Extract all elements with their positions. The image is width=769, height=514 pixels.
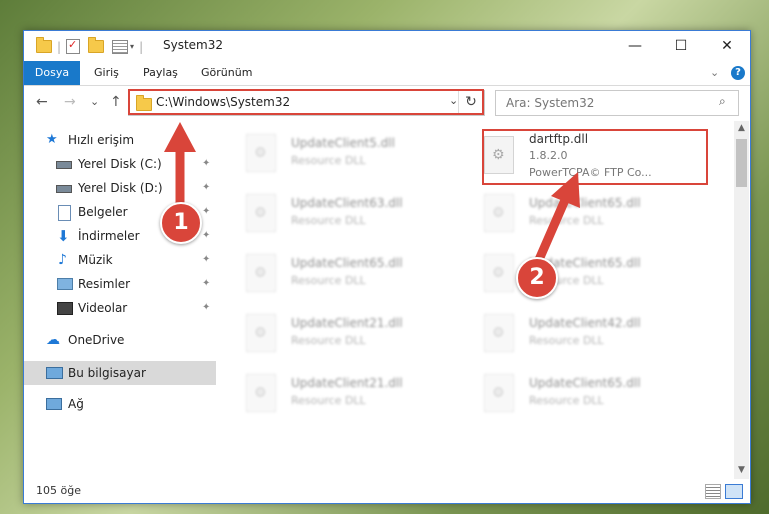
tab-view[interactable]: Görünüm <box>201 61 252 85</box>
scrollbar-thumb[interactable] <box>736 139 747 187</box>
dll-file-icon <box>246 314 276 352</box>
drive-icon <box>56 185 72 193</box>
vertical-scrollbar[interactable]: ▲ ▼ <box>734 121 749 479</box>
network-icon <box>46 398 62 410</box>
video-icon <box>57 302 73 315</box>
pin-icon[interactable]: ✦ <box>202 273 210 295</box>
dll-file-icon <box>246 374 276 412</box>
dll-file-icon <box>484 254 514 292</box>
item-count: 105 öğe <box>36 484 81 497</box>
pin-icon[interactable]: ✦ <box>202 249 210 271</box>
sidebar-item-onedrive[interactable]: ☁ OneDrive <box>24 329 216 351</box>
dll-file-icon <box>246 134 276 172</box>
tab-file[interactable]: Dosya <box>24 61 80 85</box>
list-item[interactable]: UpdateClient21.dll Resource DLL <box>224 367 449 417</box>
status-bar: 105 öğe <box>24 479 750 503</box>
large-icons-view-icon[interactable] <box>725 484 743 499</box>
sidebar-item-local-disk-d[interactable]: Yerel Disk (D:) ✦ <box>24 177 216 199</box>
list-item[interactable]: UpdateClient65.dll Resource DLL <box>462 367 687 417</box>
forward-button[interactable]: → <box>64 94 76 110</box>
pin-icon[interactable]: ✦ <box>202 177 210 199</box>
sidebar-item-music[interactable]: ♪ Müzik ✦ <box>24 249 216 271</box>
drive-icon <box>56 161 72 169</box>
scroll-down-icon[interactable]: ▼ <box>734 465 749 475</box>
recent-locations-button[interactable]: ⌄ <box>90 95 99 108</box>
download-icon: ⬇ <box>57 227 70 245</box>
file-highlight-box <box>482 129 708 185</box>
pin-icon[interactable]: ✦ <box>202 201 210 223</box>
list-item[interactable]: UpdateClient42.dll Resource DLL <box>462 307 687 357</box>
search-box[interactable]: ⌕ <box>495 90 739 116</box>
documents-icon <box>58 205 71 221</box>
sidebar-item-network[interactable]: Ağ <box>24 393 216 415</box>
minimize-button[interactable]: — <box>612 31 658 61</box>
star-icon: ★ <box>46 132 58 147</box>
pin-icon[interactable]: ✦ <box>202 297 210 319</box>
sidebar-item-local-disk-c[interactable]: Yerel Disk (C:) ✦ <box>24 153 216 175</box>
new-folder-icon[interactable] <box>88 37 105 53</box>
details-view-icon[interactable] <box>705 484 721 499</box>
sidebar-item-quick-access[interactable]: ★ Hızlı erişim <box>24 129 216 151</box>
search-input[interactable] <box>504 95 708 111</box>
tab-share[interactable]: Paylaş <box>143 61 178 85</box>
list-item[interactable]: UpdateClient63.dll Resource DLL <box>224 187 449 237</box>
computer-icon <box>46 367 63 379</box>
navigation-pane: ★ Hızlı erişim Yerel Disk (C:) ✦ Yerel D… <box>24 121 216 479</box>
music-icon: ♪ <box>58 252 67 268</box>
file-list: UpdateClient5.dll Resource DLL dartftp.d… <box>224 121 734 479</box>
step-2-badge: 2 <box>516 257 558 299</box>
quick-access-toolbar-icon[interactable] <box>112 39 129 54</box>
maximize-button[interactable]: ☐ <box>658 31 704 61</box>
dll-file-icon <box>484 314 514 352</box>
dll-file-icon <box>484 194 514 232</box>
tab-home[interactable]: Giriş <box>94 61 119 85</box>
list-item[interactable]: UpdateClient65.dll Resource DLL <box>224 247 449 297</box>
dll-file-icon <box>246 194 276 232</box>
list-item[interactable]: UpdateClient5.dll Resource DLL <box>224 127 449 177</box>
ribbon-expand-icon[interactable]: ⌄ <box>710 66 719 79</box>
close-button[interactable]: ✕ <box>704 31 750 61</box>
sidebar-item-videos[interactable]: Videolar ✦ <box>24 297 216 319</box>
folder-icon[interactable] <box>36 37 52 53</box>
navigation-bar: ← → ⌄ ↑ C:\Windows\System32 ⌄ ↻ ⌕ <box>24 86 750 120</box>
list-item[interactable]: UpdateClient21.dll Resource DLL <box>224 307 449 357</box>
list-item[interactable]: UpdateClient65.dll Resource DLL <box>462 247 687 297</box>
search-icon[interactable]: ⌕ <box>719 94 726 109</box>
chevron-down-icon[interactable]: ▾ <box>130 42 134 51</box>
cloud-icon: ☁ <box>46 332 60 348</box>
up-button[interactable]: ↑ <box>110 94 122 110</box>
back-button[interactable]: ← <box>36 94 48 110</box>
dll-file-icon <box>484 374 514 412</box>
pin-icon[interactable]: ✦ <box>202 225 210 247</box>
help-icon[interactable]: ? <box>731 66 745 80</box>
dll-file-icon <box>246 254 276 292</box>
sidebar-item-this-pc[interactable]: Bu bilgisayar <box>24 361 216 385</box>
scroll-up-icon[interactable]: ▲ <box>734 123 749 133</box>
explorer-window: | ▾ | System32 — ☐ ✕ Dosya Giriş Paylaş … <box>23 30 751 504</box>
ribbon-tabs: Dosya Giriş Paylaş Görünüm ⌄ ? <box>24 61 750 86</box>
pin-icon[interactable]: ✦ <box>202 153 210 175</box>
title-bar: | ▾ | System32 — ☐ ✕ <box>24 31 750 61</box>
sidebar-item-pictures[interactable]: Resimler ✦ <box>24 273 216 295</box>
pictures-icon <box>57 278 73 290</box>
step-1-badge: 1 <box>160 202 202 244</box>
properties-check-icon[interactable] <box>66 38 81 54</box>
list-item[interactable]: UpdateClient65.dll Resource DLL <box>462 187 687 237</box>
window-title: System32 <box>163 38 224 52</box>
address-highlight-box <box>128 89 484 115</box>
